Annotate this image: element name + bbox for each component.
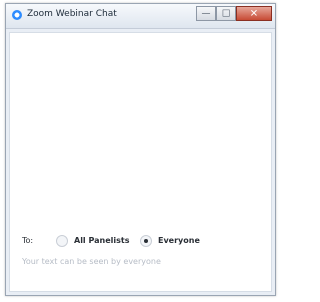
radio-all-panelists[interactable] — [56, 235, 68, 247]
recipient-selector: To: All Panelists Everyone — [22, 235, 262, 249]
minimize-button[interactable]: — — [196, 6, 216, 21]
radio-everyone[interactable] — [140, 235, 152, 247]
zoom-app-icon — [12, 10, 22, 20]
maximize-icon: □ — [221, 8, 231, 18]
chat-message-area[interactable] — [9, 32, 272, 292]
radio-everyone-label[interactable]: Everyone — [158, 236, 200, 245]
chat-window: Zoom Webinar Chat — □ ✕ To: All Panelist… — [5, 3, 276, 296]
radio-all-panelists-label[interactable]: All Panelists — [74, 236, 129, 245]
chat-body: To: All Panelists Everyone — [6, 29, 275, 295]
minimize-icon: — — [201, 8, 211, 18]
title-bar[interactable]: Zoom Webinar Chat — □ ✕ — [6, 4, 275, 29]
maximize-button[interactable]: □ — [216, 6, 236, 21]
window-controls: — □ ✕ — [196, 6, 272, 22]
to-label: To: — [22, 236, 34, 245]
window-title: Zoom Webinar Chat — [27, 9, 117, 19]
chat-message-input[interactable] — [22, 255, 262, 267]
close-icon: ✕ — [249, 8, 259, 19]
close-button[interactable]: ✕ — [236, 6, 272, 21]
